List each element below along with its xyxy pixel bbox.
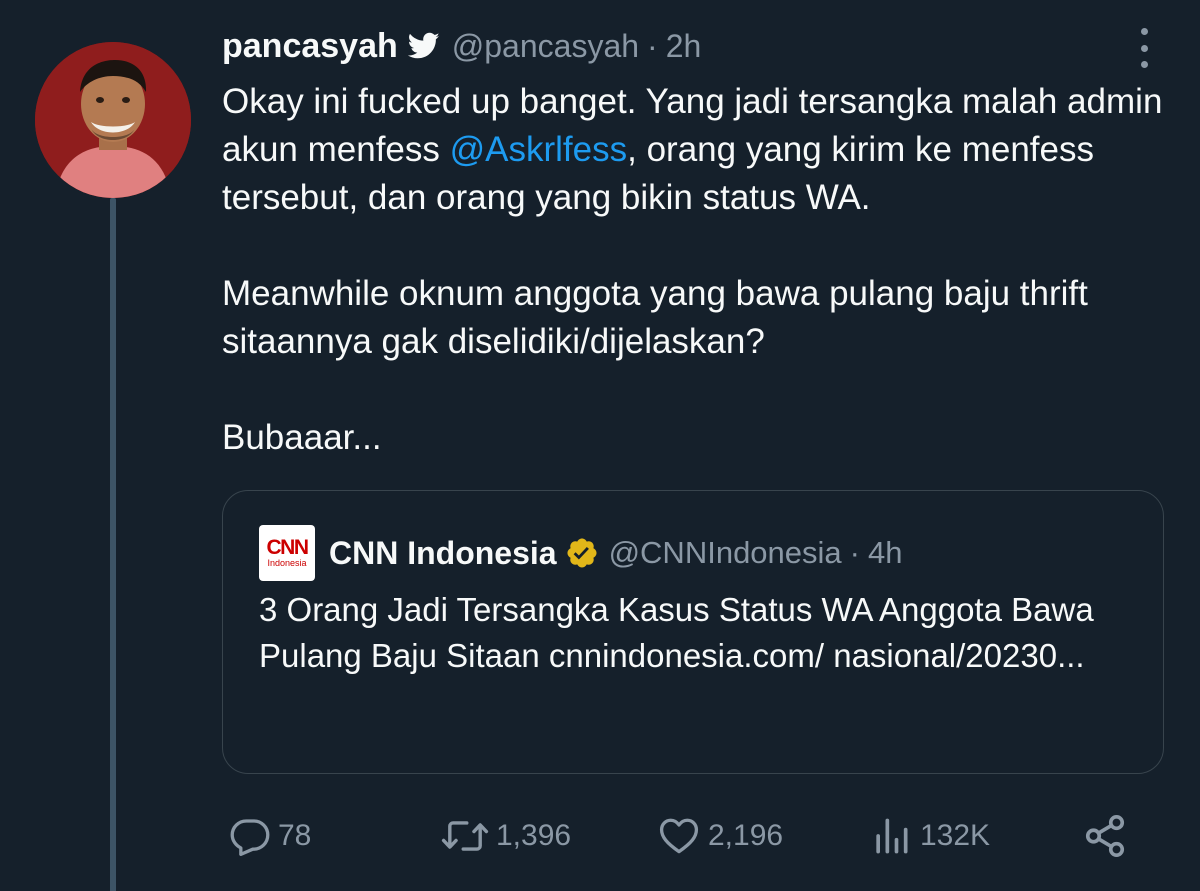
tweet-actions-bar: 78 1,396 2,196 132K — [222, 808, 1142, 864]
quoted-tweet-text: 3 Orang Jadi Tersangka Kasus Status WA A… — [259, 591, 1094, 674]
share-button[interactable] — [1082, 808, 1128, 864]
tweet-paragraph-3: Bubaaar... — [222, 418, 382, 457]
views-chart-icon — [876, 818, 908, 854]
tweet-header: pancasyah @pancasyah · 2h — [222, 26, 701, 66]
cnn-logo-avatar[interactable]: CNN Indonesia — [259, 525, 315, 581]
separator-dot: · — [849, 535, 860, 570]
quoted-author-handle[interactable]: @CNNIndonesia — [609, 535, 842, 571]
tweet-time[interactable]: 2h — [666, 28, 702, 65]
quoted-tweet[interactable]: CNN Indonesia CNN Indonesia @CNNIndonesi… — [222, 490, 1164, 774]
tweet-paragraph-2: Meanwhile oknum anggota yang bawa pulang… — [222, 274, 1088, 361]
cnn-logo-subtext: Indonesia — [267, 557, 307, 568]
like-count: 2,196 — [708, 819, 784, 852]
reply-button[interactable]: 78 — [228, 808, 311, 864]
separator-dot: · — [647, 27, 658, 64]
tweet[interactable]: pancasyah @pancasyah · 2h Okay ini fucke… — [0, 0, 1200, 891]
more-options-icon[interactable] — [1132, 28, 1156, 68]
quoted-author-name[interactable]: CNN Indonesia — [329, 535, 557, 572]
verified-gold-badge-icon — [565, 536, 599, 570]
views-button[interactable]: 132K — [868, 808, 990, 864]
retweet-count: 1,396 — [496, 819, 572, 852]
quoted-tweet-time[interactable]: 4h — [868, 535, 902, 571]
reply-count: 78 — [278, 819, 312, 852]
author-avatar[interactable] — [35, 42, 191, 198]
thread-line — [110, 198, 116, 891]
views-count: 132K — [920, 819, 991, 852]
author-name[interactable]: pancasyah — [222, 27, 398, 66]
tweet-text: Okay ini fucked up banget. Yang jadi ter… — [222, 78, 1182, 462]
author-handle[interactable]: @pancasyah — [452, 28, 639, 65]
like-button[interactable]: 2,196 — [656, 808, 783, 864]
mention-link[interactable]: @Askrlfess — [450, 130, 628, 169]
tweet-paragraph-1: Okay ini fucked up banget. Yang jadi ter… — [222, 78, 1182, 222]
retweet-button[interactable]: 1,396 — [440, 808, 571, 864]
heart-icon — [659, 818, 699, 854]
share-icon — [1085, 815, 1125, 857]
twitter-bird-icon — [407, 32, 440, 60]
retweet-icon — [441, 821, 489, 851]
quoted-tweet-header: CNN Indonesia CNN Indonesia @CNNIndonesi… — [259, 525, 902, 581]
reply-icon — [230, 819, 270, 856]
cnn-logo-text: CNN — [266, 535, 310, 559]
